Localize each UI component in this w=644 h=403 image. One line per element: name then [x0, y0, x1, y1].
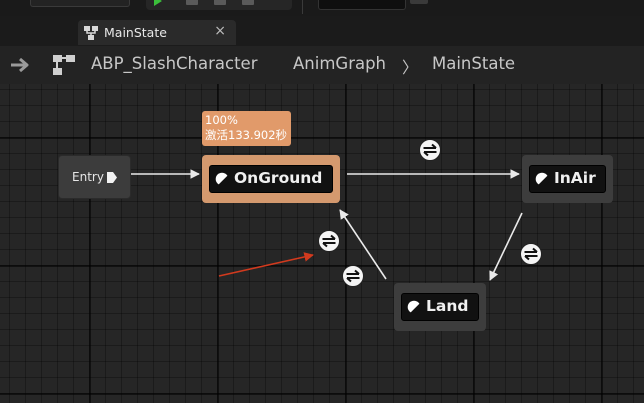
arrow-right-icon[interactable]: [10, 57, 32, 73]
breadcrumb-item-blueprint[interactable]: ABP_SlashCharacter: [91, 54, 258, 73]
transition-rule-icon[interactable]: [342, 265, 364, 287]
play-controls: [146, 0, 292, 10]
browse-icon[interactable]: [410, 0, 428, 4]
pause-icon[interactable]: [186, 0, 198, 5]
state-weight: 100%: [205, 113, 238, 127]
state-title: InAir: [529, 165, 606, 193]
transition-rule-icon[interactable]: [419, 139, 441, 161]
eject-icon[interactable]: [242, 0, 254, 5]
state-node-land[interactable]: Land: [394, 283, 486, 331]
state-title: OnGround: [209, 165, 333, 193]
state-icon: [215, 172, 229, 186]
state-machine-icon: [84, 26, 98, 40]
close-icon[interactable]: ×: [214, 23, 226, 39]
stop-icon[interactable]: [214, 0, 226, 5]
state-label-land: Land: [426, 297, 469, 315]
breadcrumb-separator: 〉: [402, 58, 419, 77]
play-icon[interactable]: [154, 0, 162, 6]
toolbar-button[interactable]: [30, 0, 130, 7]
transition-rule-icon[interactable]: [520, 243, 542, 265]
state-machine-icon: [53, 55, 75, 75]
state-icon: [407, 300, 421, 314]
toolbar-divider: [302, 0, 303, 14]
editor-toolbar: [0, 0, 644, 16]
state-active-time: 激活133.902秒: [205, 128, 288, 142]
entry-flag-icon: [107, 172, 117, 183]
transition-rule-icon[interactable]: [318, 230, 340, 252]
tab-mainstate[interactable]: MainState ×: [78, 20, 236, 45]
state-node-inair[interactable]: InAir: [522, 155, 613, 203]
state-title: Land: [401, 293, 479, 321]
state-debug-tooltip: 100% 激活133.902秒: [202, 111, 291, 146]
document-tab-strip: MainState ×: [0, 16, 644, 46]
breadcrumb-item-mainstate[interactable]: MainState: [432, 54, 515, 73]
state-node-onground[interactable]: OnGround: [202, 155, 340, 203]
debug-object-selector[interactable]: [318, 0, 406, 10]
entry-label: Entry: [72, 170, 104, 184]
state-label-inair: InAir: [554, 169, 596, 187]
entry-node[interactable]: Entry: [58, 155, 131, 199]
tab-label: MainState: [104, 25, 167, 40]
state-icon: [535, 172, 549, 186]
breadcrumb-item-animgraph[interactable]: AnimGraph: [293, 54, 386, 73]
breadcrumb: ABP_SlashCharacter AnimGraph 〉 MainState: [0, 46, 644, 84]
state-label-onground: OnGround: [234, 169, 323, 187]
